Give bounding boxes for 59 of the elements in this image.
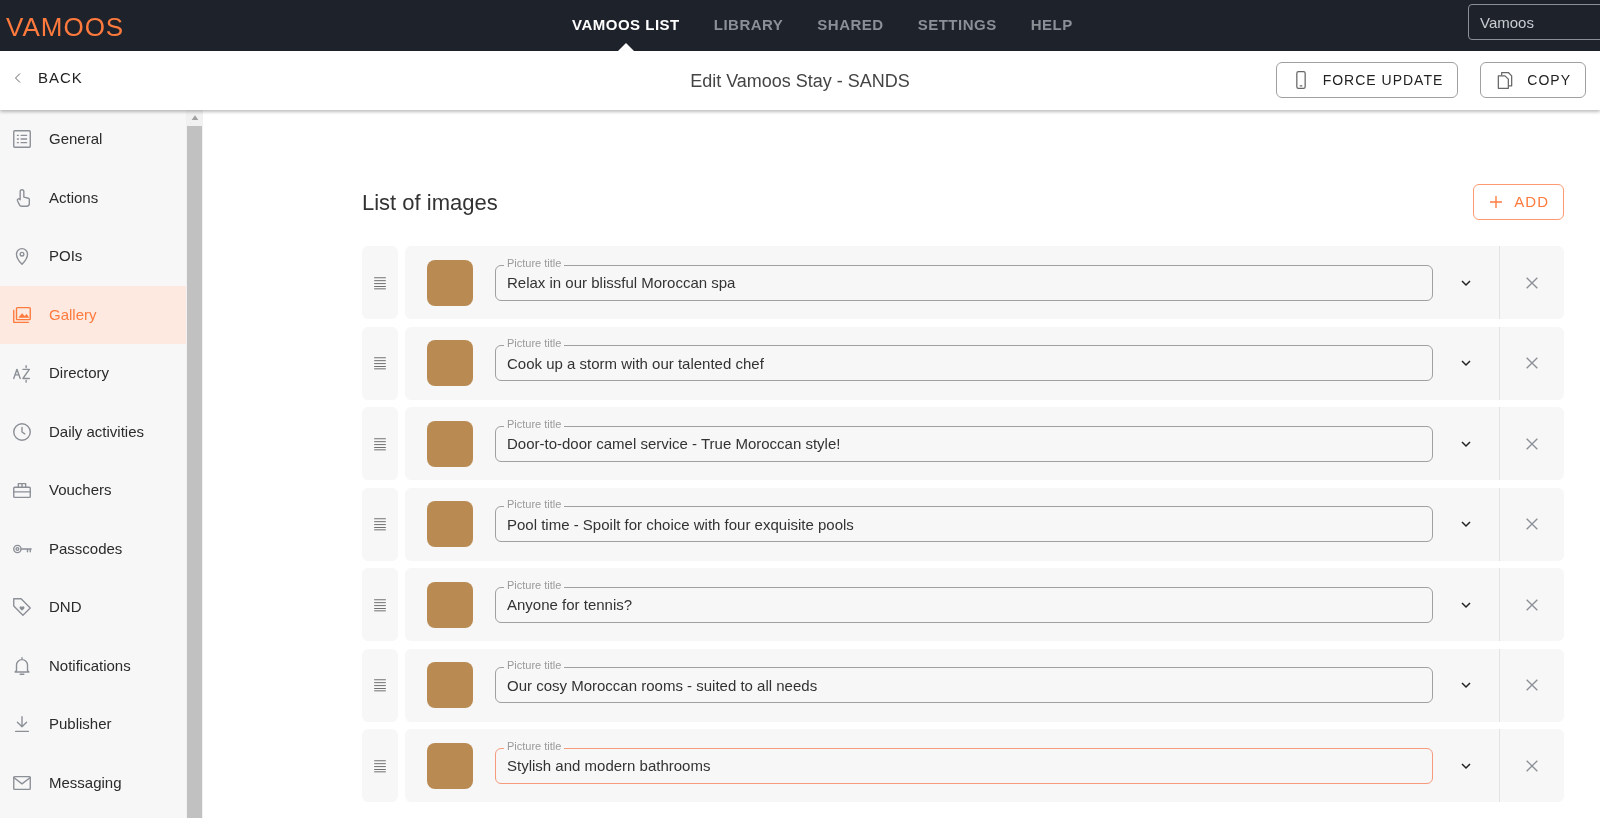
photo-placeholder xyxy=(427,340,473,386)
photo-placeholder xyxy=(427,259,473,306)
drag-lines-icon xyxy=(371,275,389,290)
sidebar-item[interactable]: Directory xyxy=(0,344,186,403)
photo-placeholder xyxy=(427,420,473,467)
drag-handle[interactable] xyxy=(362,487,398,561)
scroll-up-icon xyxy=(190,114,199,122)
drag-lines-icon xyxy=(371,356,389,370)
sidebar-item[interactable]: General xyxy=(0,110,186,169)
back-link[interactable]: BACK xyxy=(12,67,83,90)
drag-handle[interactable] xyxy=(362,648,398,722)
field-label: Picture title xyxy=(504,497,565,511)
sidebar-item[interactable]: Daily activities xyxy=(0,402,186,461)
field-label: Picture title xyxy=(504,336,565,350)
plus-icon xyxy=(1488,194,1505,210)
tag-icon xyxy=(11,596,33,619)
sidebar-item[interactable]: Passcodes xyxy=(0,519,186,578)
close-icon xyxy=(1524,355,1540,371)
vamoos-logo[interactable]: VAMOOS xyxy=(6,8,125,47)
nav-tab[interactable]: LIBRARY xyxy=(701,0,796,51)
toolbar-button[interactable]: COPY xyxy=(1480,62,1586,98)
section-title: List of images xyxy=(362,188,498,217)
sidebar-item[interactable]: Vouchers xyxy=(0,461,186,520)
az-icon xyxy=(11,362,33,385)
operator-field[interactable]: Vamoos xyxy=(1468,4,1600,40)
toolbar-button[interactable]: FORCE UPDATE xyxy=(1275,62,1459,98)
drag-lines-icon xyxy=(371,517,389,531)
photo-placeholder xyxy=(427,581,473,628)
page-title: Edit Vamoos Stay - SANDS xyxy=(690,70,910,93)
sidebar-item[interactable]: Publisher xyxy=(0,695,186,754)
sidebar-item[interactable]: DND xyxy=(0,578,186,637)
close-icon xyxy=(1524,677,1540,693)
photo-placeholder xyxy=(427,742,473,789)
photo-placeholder xyxy=(427,662,473,708)
drag-lines-icon xyxy=(371,678,389,692)
field-label: Picture title xyxy=(504,658,565,672)
drag-handle[interactable] xyxy=(362,729,398,802)
nav-tab[interactable]: SHARED xyxy=(805,0,896,51)
scrollbar[interactable] xyxy=(186,110,203,818)
chevron-down-icon xyxy=(1460,679,1472,691)
drag-handle[interactable] xyxy=(362,568,398,641)
sidebar-item[interactable]: Actions xyxy=(0,168,186,227)
drag-handle[interactable] xyxy=(362,407,398,480)
drag-handle[interactable] xyxy=(362,246,398,319)
close-icon xyxy=(1524,516,1540,532)
sidebar-item[interactable]: POIs xyxy=(0,227,186,286)
drag-lines-icon xyxy=(371,597,389,612)
photo-placeholder xyxy=(427,501,473,547)
sidebar-item[interactable]: Notifications xyxy=(0,636,186,695)
drag-lines-icon xyxy=(371,436,389,451)
clock-icon xyxy=(11,420,33,443)
chevron-down-icon xyxy=(1460,518,1472,530)
drag-handle[interactable] xyxy=(362,326,398,400)
chevron-down-icon xyxy=(1460,357,1472,369)
nav-tab[interactable]: SETTINGS xyxy=(905,0,1009,51)
nav-tab[interactable]: HELP xyxy=(1018,0,1085,51)
sidebar-item[interactable]: Messaging xyxy=(0,753,186,812)
list-icon xyxy=(11,128,33,151)
drag-lines-icon xyxy=(371,758,389,773)
